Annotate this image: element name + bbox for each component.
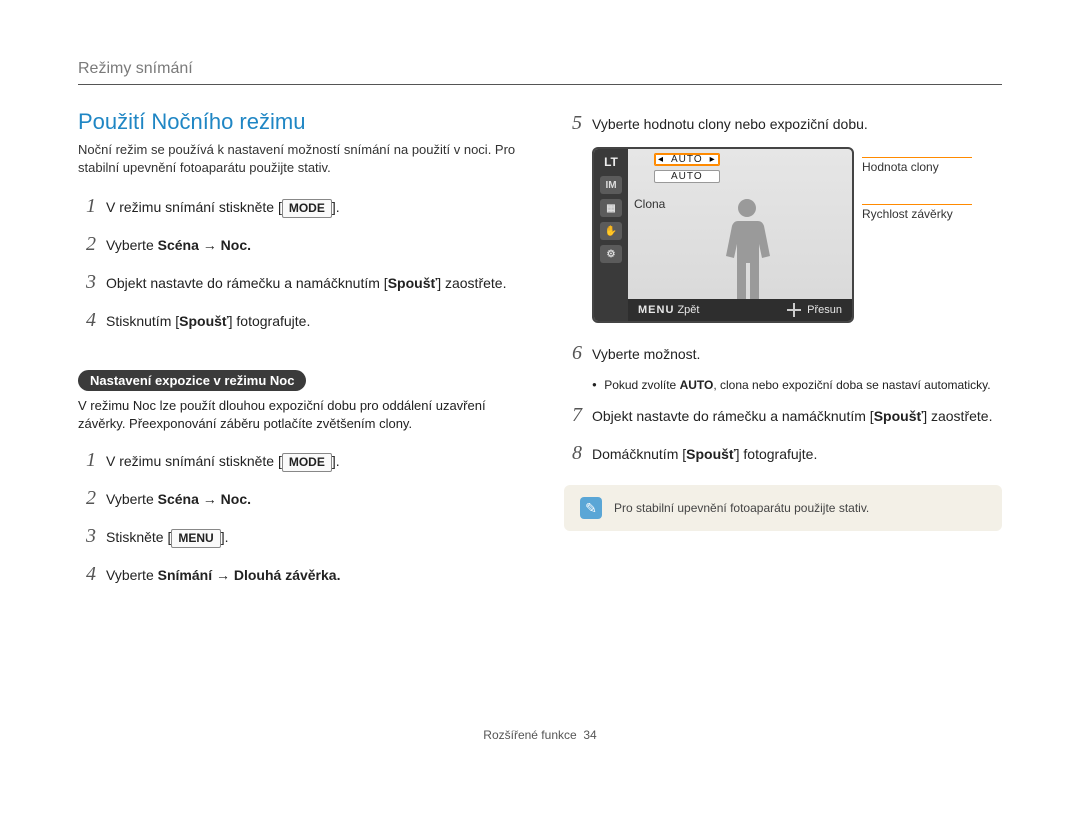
right-column: 5 Vyberte hodnotu clony nebo expoziční d… — [564, 109, 1002, 598]
nav-cross-icon — [787, 303, 801, 317]
shutter-field: AUTO — [654, 170, 846, 183]
side-icon: ✋ — [600, 222, 622, 240]
breadcrumb: Režimy snímání — [78, 60, 1002, 78]
step-a4: 4 Stisknutím [Spoušť] fotografujte. — [78, 306, 516, 334]
step-r5: 5 Vyberte hodnotu clony nebo expoziční d… — [564, 109, 1002, 137]
side-icon: ▦ — [600, 199, 622, 217]
sub-description: V režimu Noc lze použít dlouhou expozičn… — [78, 397, 516, 432]
steps-block-b: 1 V režimu snímání stiskněte [MODE]. 2 V… — [78, 446, 516, 588]
mode-key: MODE — [282, 453, 332, 472]
step-b1: 1 V režimu snímání stiskněte [MODE]. — [78, 446, 516, 474]
left-column: Použití Nočního režimu Noční režim se po… — [78, 109, 516, 598]
camera-screenshot-row: LT IM ▦ ✋ ⚙ ◂AUTO▸ AUTO Clona — [592, 147, 1002, 323]
page-footer: Rozšířené funkce 34 — [78, 728, 1002, 742]
step-r8: 8 Domáčknutím [Spoušť] fotografujte. — [564, 439, 1002, 467]
lt-icon: LT — [600, 153, 622, 171]
callout-shutter: Rychlost závěrky — [862, 207, 953, 221]
step-r7: 7 Objekt nastavte do rámečku a namáčknut… — [564, 401, 1002, 429]
steps-block-a: 1 V režimu snímání stiskněte [MODE]. 2 V… — [78, 192, 516, 334]
intro-text: Noční režim se používá k nastavení možno… — [78, 141, 516, 176]
note-icon — [580, 497, 602, 519]
step-a3: 3 Objekt nastavte do rámečku a namáčknut… — [78, 268, 516, 296]
step-a2: 2 Vyberte Scéna → Noc. — [78, 230, 516, 258]
page-title: Použití Nočního režimu — [78, 109, 516, 135]
divider — [78, 84, 1002, 85]
auto-bullet: Pokud zvolíte AUTO, clona nebo expoziční… — [592, 377, 1002, 393]
camera-ui-mock: LT IM ▦ ✋ ⚙ ◂AUTO▸ AUTO Clona — [592, 147, 854, 323]
callout-aperture: Hodnota clony — [862, 160, 939, 174]
step-r6: 6 Vyberte možnost. — [564, 339, 1002, 367]
side-icon: ⚙ — [600, 245, 622, 263]
sub-heading-pill: Nastavení expozice v režimu Noc — [78, 370, 306, 391]
camera-bottom-bar: MENU Zpět Přesun — [628, 299, 852, 321]
camera-side-icons: LT IM ▦ ✋ ⚙ — [594, 149, 628, 321]
step-a1: 1 V režimu snímání stiskněte [MODE]. — [78, 192, 516, 220]
steps-r7r8: 7 Objekt nastavte do rámečku a namáčknut… — [564, 401, 1002, 467]
step-b3: 3 Stiskněte [MENU]. — [78, 522, 516, 550]
tripod-note: Pro stabilní upevnění fotoaparátu použij… — [564, 485, 1002, 531]
person-silhouette-icon — [712, 191, 782, 301]
menu-key: MENU — [171, 529, 220, 548]
aperture-field: ◂AUTO▸ — [654, 153, 846, 166]
clona-label: Clona — [634, 197, 665, 211]
step-b2: 2 Vyberte Scéna → Noc. — [78, 484, 516, 512]
side-icon: IM — [600, 176, 622, 194]
mode-key: MODE — [282, 199, 332, 218]
step-b4: 4 Vyberte Snímání → Dlouhá závěrka. — [78, 560, 516, 588]
